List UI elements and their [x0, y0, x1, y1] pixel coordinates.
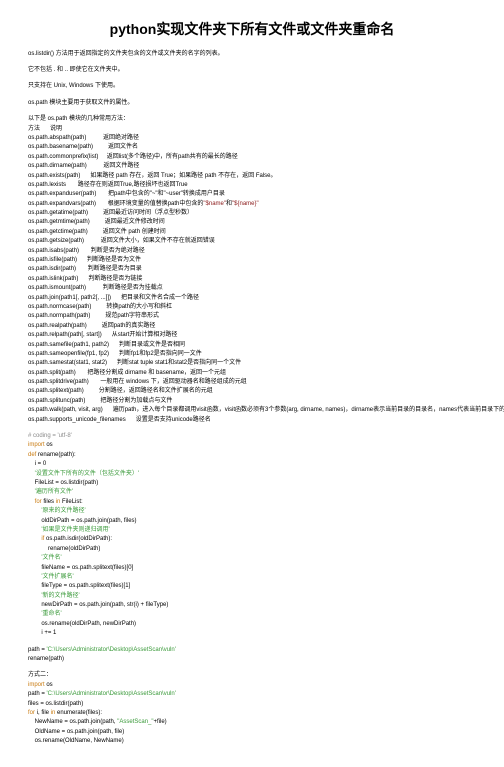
api-line: os.path.supports_unicode_filenames 设置是否支… [28, 416, 476, 424]
api-line: os.path.splitunc(path) 把路径分割为加载点与文件 [28, 397, 476, 405]
api-line: os.path.ismount(path) 判断路径是否为挂载点 [28, 284, 476, 292]
code-line: NewName = os.path.join(path, "AssetScan_… [28, 718, 476, 726]
api-line: os.path.islink(path) 判断路径是否为链接 [28, 275, 476, 283]
code-line: i += 1 [28, 629, 476, 637]
intro-3: 只支持在 Unix, Windows 下使用。 [28, 82, 476, 90]
code-line: if os.path.isdir(oldDirPath): [28, 535, 476, 543]
code-line: newDirPath = os.path.join(path, str(i) +… [28, 601, 476, 609]
api-line: os.path.walk(path, visit, arg) 遍历path，进入… [28, 406, 476, 414]
code-block-2: import ospath = 'C:\Users\Administrator\… [28, 681, 476, 746]
api-line: os.path.expanduser(path) 把path中包含的"~"和"~… [28, 190, 476, 198]
code-line: oldDirPath = os.path.join(path, files) [28, 517, 476, 525]
api-line: os.path.isdir(path) 判断路径是否为目录 [28, 265, 476, 273]
api-header: 以下是 os.path 模块的几种常用方法： [28, 115, 476, 123]
api-line: os.path.basename(path) 返回文件名 [28, 143, 476, 151]
path-assign: path = 'C:\Users\Administrator\Desktop\A… [28, 646, 476, 654]
code-line: fileType = os.path.splitext(files)[1] [28, 582, 476, 590]
code-line: '文件扩展名' [28, 573, 476, 581]
code-line: import os [28, 681, 476, 689]
code-line: i = 0 [28, 460, 476, 468]
api-line: os.path.join(path1[, path2[, ...]]) 把目录和… [28, 294, 476, 302]
api-line: os.path.dirname(path) 返回文件路径 [28, 162, 476, 170]
code-block-1: # coding = 'utf-8'import os def rename(pa… [28, 432, 476, 638]
code-line: path = 'C:\Users\Administrator\Desktop\A… [28, 690, 476, 698]
api-line: os.path.relpath(path[, start]) 从start开始计… [28, 331, 476, 339]
intro-2: 它不包括 . 和 .. 即使它在文件夹中。 [28, 66, 476, 74]
api-line: os.path.splitext(path) 分割路径，返回路径名和文件扩展名的… [28, 387, 476, 395]
api-line: os.path.sameopenfile(fp1, fp2) 判断fp1和fp2… [28, 350, 476, 358]
api-line: os.path.getmtime(path) 返回最近文件修改时间 [28, 218, 476, 226]
way-2-label: 方式二： [28, 671, 476, 679]
api-line: os.path.splitdrive(path) 一般用在 windows 下，… [28, 378, 476, 386]
api-line: os.path.abspath(path) 返回绝对路径 [28, 134, 476, 142]
api-line: os.path.exists(path) 如果路径 path 存在，返回 Tru… [28, 172, 476, 180]
api-line: os.path.expandvars(path) 根据环境变量的值替换path中… [28, 200, 476, 208]
api-line: os.path.commonprefix(list) 返回list(多个路径)中… [28, 153, 476, 161]
code-line: '文件名' [28, 554, 476, 562]
api-line: os.path.getsize(path) 返回文件大小，如果文件不存在就返回错… [28, 237, 476, 245]
code-line: '如果是文件夹则递归调用' [28, 526, 476, 534]
code-line: # coding = 'utf-8' [28, 432, 476, 440]
api-line: os.path.isfile(path) 判断路径是否为文件 [28, 256, 476, 264]
code-line: for i, file in enumerate(files): [28, 709, 476, 717]
intro-1: os.listdir() 方法用于返回指定的文件夹包含的文件或文件夹的名字的列表… [28, 50, 476, 58]
code-line: fileName = os.path.splitext(files)[0] [28, 564, 476, 572]
code-line: os.rename(oldDirPath, newDirPath) [28, 620, 476, 628]
code-line: import os [28, 441, 476, 449]
rename-call: rename(path) [28, 655, 476, 663]
api-line: os.path.isabs(path) 判断是否为绝对路径 [28, 247, 476, 255]
page-title: python实现文件夹下所有文件或文件夹重命名 [28, 20, 476, 40]
api-line: os.path.normcase(path) 转换path的大小写和斜杠 [28, 303, 476, 311]
code-line: '原来的文件路径' [28, 507, 476, 515]
api-line: os.path.realpath(path) 返回path的真实路径 [28, 322, 476, 330]
code-line: files = os.listdir(path) [28, 700, 476, 708]
intro-4: os.path 模块主要用于获取文件的属性。 [28, 99, 476, 107]
code-line: '新的文件路径' [28, 592, 476, 600]
api-line: os.path.lexists 路径存在则返回True,路径损坏也返回True [28, 181, 476, 189]
code-line: '遍历所有文件' [28, 488, 476, 496]
api-line: os.path.split(path) 把路径分割成 dirname 和 bas… [28, 369, 476, 377]
code-line: def rename(path): [28, 451, 476, 459]
api-header-2: 方法 说明 [28, 125, 476, 133]
api-line: os.path.samefile(path1, path2) 判断目录或文件是否… [28, 341, 476, 349]
api-line: os.path.getatime(path) 返回最近访问时间（浮点型秒数） [28, 209, 476, 217]
api-list: os.path.abspath(path) 返回绝对路径os.path.base… [28, 134, 476, 424]
api-line: os.path.samestat(stat1, stat2) 判断stat tu… [28, 359, 476, 367]
code-line: '重命名' [28, 610, 476, 618]
code-line: OldName = os.path.join(path, file) [28, 728, 476, 736]
code-line: for files in FileList: [28, 498, 476, 506]
code-line: rename(oldDirPath) [28, 545, 476, 553]
code-line: os.rename(OldName, NewName) [28, 737, 476, 745]
code-line: '设置文件下所有的文件（包括文件夹）' [28, 470, 476, 478]
code-line: FileList = os.listdir(path) [28, 479, 476, 487]
api-line: os.path.getctime(path) 返回文件 path 创建时间 [28, 228, 476, 236]
api-line: os.path.normpath(path) 规范path字符串形式 [28, 312, 476, 320]
